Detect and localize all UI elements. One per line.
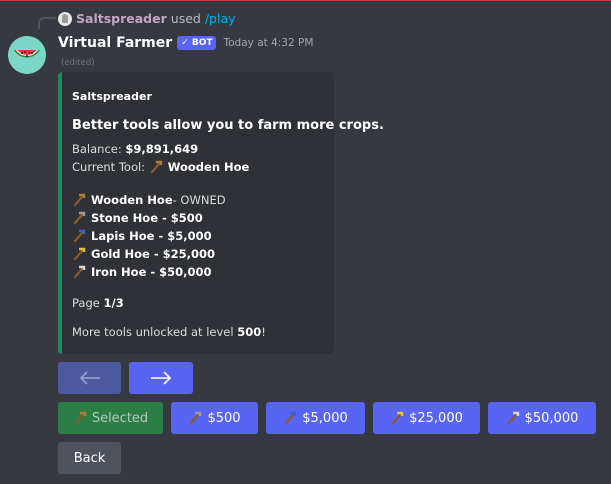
unlock-note: More tools unlocked at level 500! [72,325,266,339]
reply-used-text: used [170,11,201,26]
unlock-level: 500 [237,325,262,339]
prev-page-button[interactable] [58,362,121,394]
reply-command[interactable]: /play [205,11,236,26]
current-tool-label: Current Tool: [72,160,146,174]
tool-name: Stone Hoe - $500 [91,211,203,225]
reply-reference[interactable]: Saltspreader used /play [58,11,236,26]
next-page-button[interactable] [129,362,193,394]
message-header: Virtual Farmer ✓ BOT Today at 4:32 PM [58,35,313,51]
tool-item-stone: Stone Hoe - $500 [72,211,203,225]
bot-avatar[interactable] [8,36,46,74]
gold-hoe-icon [73,247,86,261]
wooden-hoe-icon [150,160,162,174]
tool-item-gold: Gold Hoe - $25,000 [72,247,215,261]
arrow-right-icon [151,371,172,385]
wooden-hoe-icon [74,411,87,425]
bot-name[interactable]: Virtual Farmer [58,35,172,51]
buy-stone-hoe-button[interactable]: $500 [171,402,258,434]
tool-item-wooden: Wooden Hoe - OWNED [72,193,226,207]
edited-label: (edited) [61,58,95,68]
current-tool-value: Wooden Hoe [167,160,250,174]
reply-username[interactable]: Saltspreader [76,11,167,26]
lapis-hoe-icon [73,229,86,243]
balance-line: Balance: $9,891,649 [72,142,198,156]
buy-lapis-hoe-button[interactable]: $5,000 [266,402,365,434]
buy-iron-hoe-button[interactable]: $50,000 [488,402,596,434]
page-value: 1/3 [103,296,124,310]
tool-name: Wooden Hoe [91,193,173,207]
unlock-prefix: More tools unlocked at level [72,325,234,339]
price-label: $25,000 [409,410,463,426]
tool-name: Iron Hoe - $50,000 [91,265,212,279]
back-label: Back [73,450,106,466]
lapis-hoe-icon [285,411,297,425]
unread-divider [0,0,611,1]
iron-hoe-icon [507,411,519,425]
gold-hoe-icon [392,411,404,425]
bot-badge: ✓ BOT [177,36,217,50]
stone-hoe-icon [73,211,86,225]
price-label: $500 [207,410,241,426]
reply-user-avatar[interactable] [58,11,72,26]
embed-author: Saltspreader [72,90,152,103]
stone-hoe-icon [190,411,202,425]
back-button[interactable]: Back [58,442,121,474]
balance-label: Balance: [72,142,122,156]
buy-gold-hoe-button[interactable]: $25,000 [373,402,480,434]
embed-title: Better tools allow you to farm more crop… [72,118,384,133]
arrow-left-icon [79,371,100,385]
page-label: Page [72,296,100,310]
balance-value: $9,891,649 [125,142,199,156]
wooden-hoe-icon [73,193,86,207]
reply-connector [38,17,56,29]
tool-item-iron: Iron Hoe - $50,000 [72,265,212,279]
price-label: $5,000 [302,410,348,426]
unlock-suffix: ! [261,325,266,339]
tool-name: Gold Hoe - $25,000 [91,247,216,261]
iron-hoe-icon [73,265,86,279]
tool-status: - OWNED [172,193,226,207]
message-timestamp[interactable]: Today at 4:32 PM [223,37,313,49]
tool-item-lapis: Lapis Hoe - $5,000 [72,229,212,243]
watermelon-icon [8,36,46,74]
price-label: $50,000 [524,410,579,426]
selected-button[interactable]: Selected [58,402,163,434]
embed-card: Saltspreader Better tools allow you to f… [58,72,384,354]
page-indicator: Page 1/3 [72,296,124,310]
selected-label: Selected [91,410,149,426]
current-tool-line: Current Tool: Wooden Hoe [72,160,249,174]
tool-name: Lapis Hoe - $5,000 [91,229,212,243]
